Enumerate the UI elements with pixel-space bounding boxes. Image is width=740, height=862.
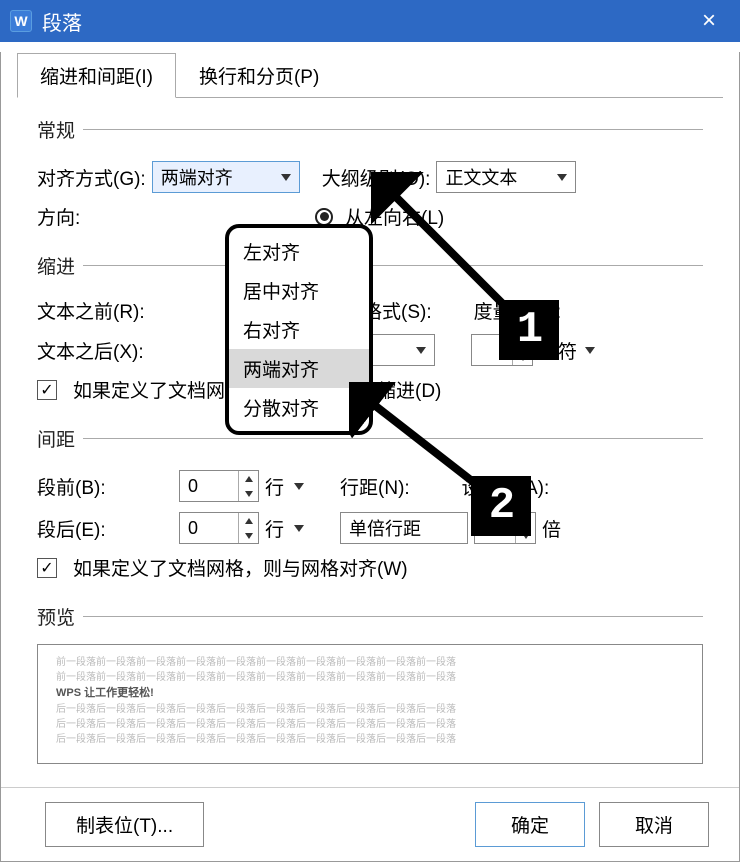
titlebar: W 段落 × (0, 0, 740, 42)
alignment-option-right[interactable]: 右对齐 (229, 310, 369, 349)
indent-grid-checkbox[interactable]: ✓ (37, 380, 57, 400)
app-icon: W (10, 10, 32, 32)
chevron-down-icon (281, 174, 291, 181)
annotation-marker-1: 1 (499, 300, 559, 360)
tab-bar: 缩进和间距(I) 换行和分页(P) (17, 52, 723, 98)
alignment-option-left[interactable]: 左对齐 (229, 232, 369, 271)
text-before-label: 文本之前(R): (37, 297, 155, 324)
tab-indent-spacing[interactable]: 缩进和间距(I) (17, 53, 176, 98)
cancel-button[interactable]: 取消 (599, 802, 709, 847)
section-preview-legend: 预览 (37, 603, 83, 630)
chevron-down-icon (557, 174, 567, 181)
close-button[interactable]: × (688, 7, 730, 35)
setvalue-unit: 倍 (542, 515, 561, 542)
section-general-legend: 常规 (37, 116, 83, 143)
spacing-grid-label: 如果定义了文档网格，则与网格对齐(W) (73, 554, 408, 581)
section-spacing-legend: 间距 (37, 425, 83, 452)
chevron-down-icon[interactable] (294, 483, 304, 490)
preview-box: 前一段落前一段落前一段落前一段落前一段落前一段落前一段落前一段落前一段落前一段落… (37, 644, 703, 764)
after-spacing-label: 段后(E): (37, 515, 137, 542)
alignment-value: 两端对齐 (161, 164, 277, 190)
after-spacing-unit: 行 (265, 515, 284, 542)
ok-button[interactable]: 确定 (475, 802, 585, 847)
spinner-icon (238, 471, 258, 501)
window-title: 段落 (42, 7, 688, 36)
alignment-option-distribute[interactable]: 分散对齐 (229, 388, 369, 427)
after-spacing-spinner[interactable]: 0 (179, 512, 259, 544)
after-spacing-value: 0 (188, 518, 238, 539)
button-bar: 制表位(T)... 确定 取消 (1, 787, 739, 847)
radio-ltr[interactable] (315, 208, 333, 226)
section-indent-legend: 缩进 (37, 252, 83, 279)
text-after-label: 文本之后(X): (37, 337, 155, 364)
alignment-combo[interactable]: 两端对齐 (152, 161, 300, 193)
annotation-marker-2: 2 (471, 476, 531, 536)
chevron-down-icon[interactable] (585, 347, 595, 354)
section-general: 常规 对齐方式(G): 两端对齐 大纲级别(O): 正文文本 方向: 从左向右(… (37, 116, 703, 240)
alignment-label: 对齐方式(G): (37, 164, 146, 191)
alignment-option-justify[interactable]: 两端对齐 (229, 349, 369, 388)
chevron-down-icon[interactable] (294, 525, 304, 532)
alignment-option-center[interactable]: 居中对齐 (229, 271, 369, 310)
spacing-grid-checkbox[interactable]: ✓ (37, 558, 57, 578)
dialog-body: 缩进和间距(I) 换行和分页(P) 常规 对齐方式(G): 两端对齐 大纲级别(… (0, 52, 740, 862)
direction-label: 方向: (37, 203, 145, 230)
before-spacing-value: 0 (188, 476, 238, 497)
tab-line-page-breaks[interactable]: 换行和分页(P) (176, 53, 342, 98)
before-spacing-unit: 行 (265, 473, 284, 500)
tabstops-button[interactable]: 制表位(T)... (45, 802, 204, 847)
before-spacing-label: 段前(B): (37, 473, 137, 500)
section-preview: 预览 前一段落前一段落前一段落前一段落前一段落前一段落前一段落前一段落前一段落前… (37, 603, 703, 764)
spinner-icon (238, 513, 258, 543)
before-spacing-spinner[interactable]: 0 (179, 470, 259, 502)
